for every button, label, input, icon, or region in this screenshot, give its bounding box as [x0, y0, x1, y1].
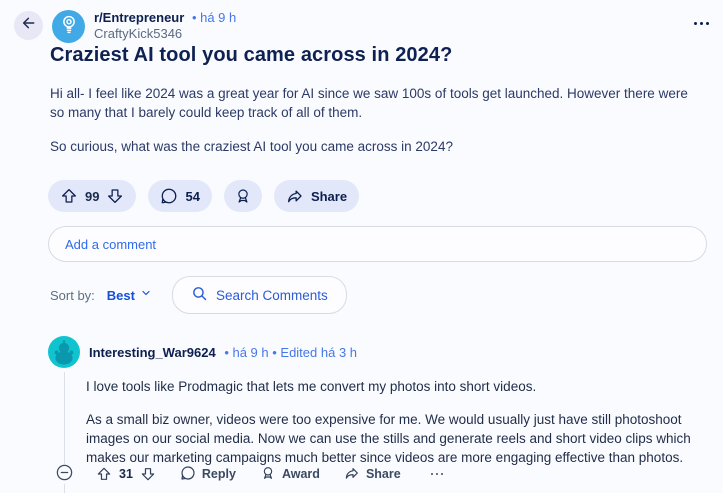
- chevron-down-icon: [140, 286, 152, 304]
- sort-dropdown[interactable]: Best: [107, 286, 152, 304]
- search-comments-button[interactable]: Search Comments: [171, 276, 347, 314]
- comment-bubble-icon: [160, 187, 178, 205]
- reddit-post-page: r/Entrepreneur • há 9 h CraftyKick5346 C…: [0, 0, 723, 493]
- post-author[interactable]: CraftyKick5346: [94, 26, 236, 42]
- comment-header: Interesting_War9624 • há 9 h • Edited há…: [48, 336, 707, 368]
- reply-label: Reply: [201, 467, 236, 481]
- post-title: Craziest AI tool you came across in 2024…: [50, 44, 453, 66]
- reply-bubble-icon: [180, 465, 196, 484]
- award-button[interactable]: [223, 180, 262, 212]
- search-icon: [191, 285, 208, 305]
- share-arrow-icon: [286, 187, 304, 205]
- add-comment-placeholder: Add a comment: [65, 236, 157, 252]
- comments-toolbar: Sort by: Best Search Comments: [50, 276, 347, 314]
- sort-selected-value: Best: [106, 287, 135, 303]
- upvote-icon[interactable]: [60, 187, 78, 205]
- collapse-thread-button[interactable]: [54, 464, 74, 484]
- minus-circle-icon: [55, 463, 74, 485]
- post-vote-count: 99: [85, 188, 100, 204]
- comment-overflow-menu-icon[interactable]: [427, 469, 448, 480]
- comment-award-button[interactable]: Award: [260, 465, 320, 484]
- comments-pill[interactable]: 54: [148, 180, 212, 212]
- comment-paragraph: I love tools like Prodmagic that lets me…: [86, 379, 537, 394]
- comment-body: I love tools like Prodmagic that lets me…: [86, 377, 716, 467]
- lightbulb-icon: [58, 13, 80, 40]
- post-overflow-menu-icon[interactable]: [692, 16, 711, 31]
- subreddit-name[interactable]: r/Entrepreneur: [94, 10, 184, 25]
- post-timestamp: • há 9 h: [191, 10, 237, 25]
- back-arrow-icon: [21, 15, 37, 36]
- comment-action-bar: 31 Reply Award Share: [48, 464, 447, 484]
- vote-pill: 99: [48, 180, 137, 212]
- commenter-avatar[interactable]: [48, 336, 80, 368]
- comment-award-label: Award: [281, 467, 320, 481]
- snoo-avatar-icon: [48, 336, 80, 368]
- subreddit-avatar[interactable]: [52, 10, 85, 43]
- comment-meta: Interesting_War9624 • há 9 h • Edited há…: [89, 345, 357, 360]
- post-body: Hi all- I feel like 2024 was a great yea…: [50, 84, 702, 171]
- award-ribbon-icon: [234, 187, 252, 205]
- comment-upvote-icon[interactable]: [96, 466, 112, 482]
- search-comments-label: Search Comments: [215, 287, 328, 303]
- comment-share-label: Share: [365, 467, 401, 481]
- post-paragraph: Hi all- I feel like 2024 was a great yea…: [50, 86, 688, 120]
- share-button[interactable]: Share: [273, 180, 360, 212]
- comment-downvote-icon[interactable]: [140, 466, 156, 482]
- post-paragraph: So curious, what was the craziest AI too…: [50, 139, 453, 154]
- share-label: Share: [310, 188, 348, 204]
- comment-count: 54: [185, 188, 200, 204]
- comment: Interesting_War9624 • há 9 h • Edited há…: [48, 336, 707, 481]
- sort-by-label: Sort by:: [50, 287, 95, 303]
- downvote-icon[interactable]: [106, 187, 124, 205]
- comment-timestamp: • há 9 h • Edited há 3 h: [224, 344, 358, 360]
- comment-vote-count: 31: [119, 467, 133, 481]
- post-header: r/Entrepreneur • há 9 h CraftyKick5346: [14, 10, 711, 43]
- post-meta: r/Entrepreneur • há 9 h CraftyKick5346: [94, 10, 236, 42]
- award-ribbon-icon: [260, 465, 276, 484]
- comment-vote-group: 31: [96, 466, 156, 482]
- reply-button[interactable]: Reply: [180, 465, 236, 484]
- comment-share-button[interactable]: Share: [344, 465, 401, 484]
- add-comment-input[interactable]: Add a comment: [48, 226, 707, 262]
- post-action-bar: 99 54 Share: [48, 180, 360, 212]
- commenter-name[interactable]: Interesting_War9624: [89, 345, 216, 360]
- back-button[interactable]: [14, 11, 43, 40]
- share-arrow-icon: [344, 465, 360, 484]
- comment-paragraph: As a small biz owner, videos were too ex…: [86, 412, 691, 465]
